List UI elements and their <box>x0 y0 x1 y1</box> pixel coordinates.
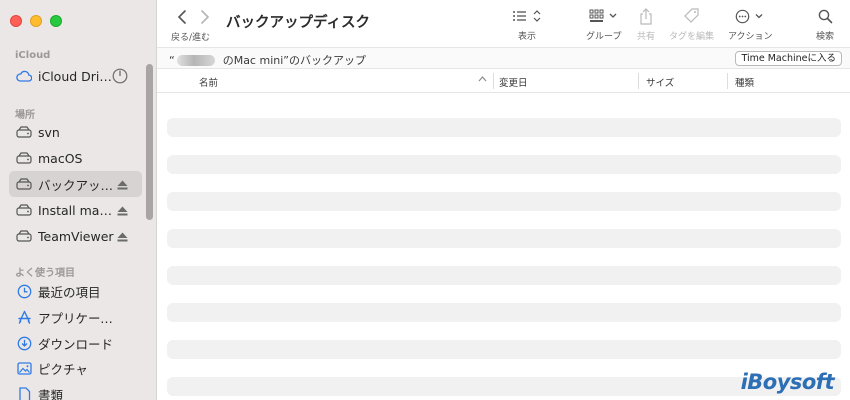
back-button[interactable] <box>174 9 190 25</box>
sync-status-icon <box>112 68 128 87</box>
list-view-icon <box>512 7 542 25</box>
sort-chevron-up-icon[interactable] <box>478 74 487 85</box>
sidebar-item-label: Install macOS <box>38 202 114 218</box>
clock-icon <box>16 283 32 299</box>
view-label: 表示 <box>517 32 536 42</box>
sidebar-item-pictures[interactable]: ピクチャ <box>9 355 142 381</box>
path-prefix: “ <box>169 53 175 67</box>
group-button[interactable]: グループ <box>586 7 621 42</box>
document-icon <box>16 386 32 400</box>
download-icon <box>16 335 32 351</box>
search-icon <box>818 7 833 25</box>
apps-icon <box>16 309 32 325</box>
sidebar-item-macos[interactable]: macOS <box>9 145 142 171</box>
sidebar-item-label: macOS <box>38 150 83 166</box>
drive-icon <box>16 176 32 192</box>
sidebar-scrollbar[interactable] <box>146 64 153 220</box>
list-row <box>167 229 841 248</box>
sidebar-item-label: 書類 <box>38 387 64 400</box>
column-date-modified[interactable]: 変更日 <box>499 75 528 89</box>
redacted-name <box>176 54 215 66</box>
ellipsis-circle-icon <box>735 7 765 25</box>
sidebar-item-label: バックアップディスク <box>38 177 114 193</box>
close-window-button[interactable] <box>10 15 22 27</box>
sidebar-item-label: アプリケーション <box>38 310 114 326</box>
column-header: 名前 変更日 サイズ 種類 <box>157 69 850 93</box>
column-divider[interactable] <box>727 73 728 89</box>
cloud-icon <box>16 68 32 84</box>
eject-icon[interactable] <box>117 178 128 193</box>
group-label: グループ <box>586 32 622 42</box>
zoom-window-button[interactable] <box>50 15 62 27</box>
enter-time-machine-button[interactable]: Time Machineに入る <box>735 51 842 66</box>
edit-tags-button[interactable]: タグを編集 <box>669 7 714 42</box>
share-label: 共有 <box>637 32 656 42</box>
tags-label: タグを編集 <box>669 32 715 42</box>
sidebar-item-recents[interactable]: 最近の項目 <box>9 278 142 304</box>
sidebar-item-label: iCloud Drive <box>38 68 114 84</box>
sidebar-item-install-macos[interactable]: Install macOS <box>9 197 142 223</box>
view-button[interactable]: 表示 <box>512 7 542 42</box>
sidebar-item-label: 最近の項目 <box>38 284 101 300</box>
backup-source-label: “ のMac mini”のバックアップ <box>169 52 366 68</box>
window-controls <box>10 15 62 27</box>
column-name[interactable]: 名前 <box>199 75 218 89</box>
sidebar-item-icloud-drive[interactable]: iCloud Drive <box>9 63 142 89</box>
tag-icon <box>683 7 700 25</box>
chevron-left-icon <box>177 10 186 24</box>
share-button[interactable]: 共有 <box>637 7 655 42</box>
search-label: 検索 <box>816 32 835 42</box>
column-divider[interactable] <box>493 73 494 89</box>
action-button[interactable]: アクション <box>728 7 773 42</box>
search-button[interactable]: 検索 <box>816 7 834 42</box>
column-divider[interactable] <box>638 73 639 89</box>
sidebar-item-backup-disk[interactable]: バックアップディスク <box>9 171 142 197</box>
list-row <box>167 155 841 174</box>
sidebar-section-favorites: よく使う項目 <box>15 268 75 279</box>
watermark-logo: iBoysoft <box>740 370 835 394</box>
path-suffix: のMac mini”のバックアップ <box>222 54 366 67</box>
sidebar-section-icloud: iCloud <box>15 50 51 61</box>
list-row <box>167 192 841 211</box>
sidebar-item-downloads[interactable]: ダウンロード <box>9 330 142 356</box>
share-icon <box>639 7 653 25</box>
sidebar-item-label: TeamViewer <box>38 228 114 244</box>
grid-icon <box>589 7 619 25</box>
sidebar: iCloud iCloud Drive 場所 svn macOS バックアップデ… <box>0 0 157 400</box>
sidebar-item-documents[interactable]: 書類 <box>9 381 142 400</box>
drive-icon <box>16 228 32 244</box>
minimize-window-button[interactable] <box>30 15 42 27</box>
column-size[interactable]: サイズ <box>646 75 674 89</box>
drive-icon <box>16 150 32 166</box>
nav-label: 戻る/進む <box>171 33 211 43</box>
sidebar-item-label: svn <box>38 124 60 140</box>
eject-icon[interactable] <box>117 204 128 219</box>
picture-icon <box>16 360 32 376</box>
path-bar: “ のMac mini”のバックアップ Time Machineに入る <box>157 47 850 69</box>
forward-button[interactable] <box>197 9 213 25</box>
drive-icon <box>16 202 32 218</box>
sidebar-item-teamviewer[interactable]: TeamViewer <box>9 223 142 249</box>
action-label: アクション <box>728 32 773 42</box>
list-row <box>167 118 841 137</box>
sidebar-item-svn[interactable]: svn <box>9 119 142 145</box>
eject-icon[interactable] <box>117 230 128 245</box>
sidebar-item-applications[interactable]: アプリケーション <box>9 304 142 330</box>
window-title: バックアップディスク <box>226 15 370 31</box>
column-kind[interactable]: 種類 <box>735 75 754 89</box>
sidebar-item-label: ダウンロード <box>38 336 114 352</box>
list-row <box>167 303 841 322</box>
list-row <box>167 266 841 285</box>
drive-icon <box>16 124 32 140</box>
chevron-right-icon <box>201 10 210 24</box>
sidebar-item-label: ピクチャ <box>38 361 88 377</box>
list-row <box>167 340 841 359</box>
